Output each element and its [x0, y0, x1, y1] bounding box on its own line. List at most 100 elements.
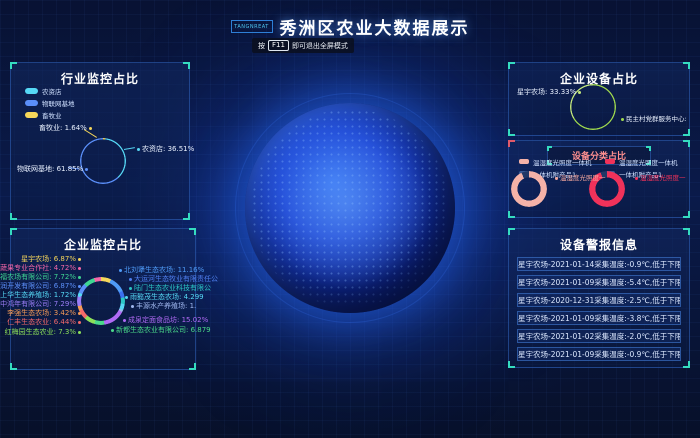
chart-label: 红梅园生态农业: 7.3% [5, 328, 83, 336]
dashboard-screen: TANGNREAT 秀洲区农业大数据展示 按 F11 即可退出全屏模式 行业监控… [0, 0, 700, 438]
corner-decoration [508, 62, 515, 69]
alarm-row: 星宇农场-2021-01-09采集温度:-3.8℃,低于下限:0℃ [517, 311, 681, 325]
chart-label-text: 物联网基地: 61.85% [17, 165, 83, 173]
panel-title: 企业监控占比 [11, 236, 195, 253]
chart-label: 农资店: 36.51% [135, 145, 194, 153]
chart-label: 物联网基地: 61.85% [17, 165, 90, 173]
chart-label-text: 红梅园生态农业: 7.3% [5, 328, 76, 336]
chart-label: 彩凤蔬果专业合作社: 4.72% [0, 264, 83, 272]
corner-decoration [189, 228, 196, 235]
pointer-dot [78, 321, 81, 324]
legend-swatch [519, 159, 529, 164]
panel-equipment-ratio: 企业设备占比 星宇农场: 33.33% 民主村党群服务中心: [508, 62, 690, 136]
corner-decoration [10, 228, 17, 235]
chart-label: 雨懿茂生态农场: 4.299 [123, 293, 204, 301]
legend-item[interactable]: 农资店 [25, 86, 75, 95]
pointer-dot [78, 276, 81, 279]
alarm-row: 星宇农场-2021-01-09采集温度:-5.4℃,低于下限:0℃ [517, 275, 681, 289]
pointer-dot [129, 287, 132, 290]
classification-left-donut-chart[interactable] [511, 171, 547, 207]
corner-decoration [508, 211, 515, 218]
panel-title: 设备警报信息 [509, 236, 689, 253]
pointer-dot [119, 269, 122, 272]
legend-label: 温湿度光照度一体机 [533, 157, 592, 167]
pointer-line [124, 147, 135, 150]
corner-decoration [508, 361, 515, 368]
chart-label-text: 大运河生态牧业有限责任公 [134, 275, 218, 283]
corner-decoration [683, 140, 690, 147]
panel-industry-ratio: 行业监控占比 农资店 物联网基地 畜牧业 畜牧业: 1.64% 农资店: 36.… [10, 62, 190, 220]
hint-suffix: 即可退出全屏模式 [292, 41, 348, 51]
legend-item[interactable]: 温湿度光照度一体机 [605, 157, 678, 166]
panel-title: 行业监控占比 [11, 70, 189, 87]
chart-label: 星宇农场: 33.33% [517, 88, 583, 96]
chart-label: 中鸿年有限公司: 7.29% [0, 300, 83, 308]
chart-label: 民主村党群服务中心: [619, 115, 687, 123]
chart-label: 北刘犟生态农场: 11.16% [117, 266, 204, 274]
pointer-dot [85, 168, 88, 171]
alarm-row: 星宇农场-2020-12-31采集温度:-2.5℃,低于下限:0℃ [517, 293, 681, 307]
pointer-dot [89, 127, 92, 130]
chart-label: 新都生态农业有限公司: 6.879 [109, 326, 211, 334]
legend-label: 物联网基地 [42, 98, 75, 108]
pointer-dot [125, 296, 128, 299]
pointer-dot [129, 278, 132, 281]
chart-label: 星宇农场: 6.87% [21, 255, 83, 263]
chart-label: 陆门生态农业科技有限公 [127, 284, 211, 292]
chart-label: 大运河生态牧业有限责任公 [127, 275, 218, 283]
chart-label-text: 星宇农场: 33.33% [517, 88, 576, 96]
pointer-dot [78, 285, 81, 288]
chart-label-text: 润开发有限公司: 6.87% [0, 282, 76, 290]
legend-label: 温湿度光照度一体机 [619, 157, 678, 167]
pointer-dot [123, 319, 126, 322]
corner-decoration [10, 62, 17, 69]
chart-label: 温湿度光照度一 [633, 174, 686, 182]
chart-label-text: 上华生态养殖场: 1.72% [0, 291, 76, 299]
pointer-dot [131, 305, 134, 308]
chart-label: 仁丰生态农业: 6.44% [7, 318, 83, 326]
industry-donut-chart[interactable] [80, 138, 126, 184]
chart-label-text: 温湿度光照度一 [560, 174, 606, 182]
corner-decoration [683, 129, 690, 136]
corner-decoration [683, 228, 690, 235]
pointer-dot [78, 294, 81, 297]
f11-keycap: F11 [268, 40, 289, 51]
alarm-row: 星宇农场-2021-01-02采集温度:-2.0℃,低于下限:0℃ [517, 329, 681, 343]
chart-label-text: 成泉定面食品坊: 15.02% [128, 316, 208, 324]
alarm-row: 星宇农场-2021-01-14采集温度:-0.9℃,低于下限:0℃ [517, 257, 681, 271]
chart-label-text: 彩凤蔬果专业合作社: 4.72% [0, 264, 76, 272]
chart-label-text: 民主村党群服务中心: [626, 115, 687, 123]
pointer-dot [635, 177, 638, 180]
chart-label: 丰源水产养殖场: 1. [129, 302, 196, 310]
legend-item[interactable]: 畜牧业 [25, 110, 75, 119]
chart-label-text: 星宇农场: 6.87% [21, 255, 76, 263]
chart-label: 上华生态养殖场: 1.72% [0, 291, 83, 299]
alarm-row: 星宇农场-2021-01-09采集温度:-0.9℃,低于下限:0℃ [517, 347, 681, 361]
chart-label: 家福农场有限公司: 7.72% [0, 273, 83, 281]
fullscreen-hint: 按 F11 即可退出全屏模式 [252, 38, 354, 53]
chart-label-text: 陆门生态农业科技有限公 [134, 284, 211, 292]
enterprise-donut-chart[interactable] [77, 277, 125, 325]
corner-decoration [183, 213, 190, 220]
corner-decoration [683, 62, 690, 69]
header: TANGNREAT 秀洲区农业大数据展示 [0, 14, 700, 39]
legend-item[interactable]: 物联网基地 [25, 98, 75, 107]
chart-label-text: 中鸿年有限公司: 7.29% [0, 300, 76, 308]
corner-decoration [10, 213, 17, 220]
industry-legend: 农资店 物联网基地 畜牧业 [25, 86, 75, 122]
chart-label-text: 雨懿茂生态农场: 4.299 [130, 293, 204, 301]
pointer-dot [78, 303, 81, 306]
corner-decoration [683, 361, 690, 368]
corner-decoration [683, 211, 690, 218]
legend-item[interactable]: 温湿度光照度一体机 [519, 157, 592, 166]
alarm-list: 星宇农场-2021-01-14采集温度:-0.9℃,低于下限:0℃ 星宇农场-2… [509, 257, 689, 361]
panel-device-classification: 设备分类占比 温湿度光照度一体机 一体机附产品1 温湿度光照度一体机 一体机附产… [508, 140, 690, 218]
chart-label-text: 温湿度光照度一 [640, 174, 686, 182]
pointer-dot [578, 91, 581, 94]
chart-label: 温湿度光照度一 [553, 174, 606, 182]
hint-prefix: 按 [258, 41, 265, 51]
corner-decoration [646, 146, 651, 151]
legend-label: 畜牧业 [42, 110, 62, 120]
panel-enterprise-ratio: 企业监控占比 星宇农场: 6.87% 彩凤蔬果专业合作社: 4.72% 家福农场… [10, 228, 196, 370]
chart-label: 润开发有限公司: 6.87% [0, 282, 83, 290]
